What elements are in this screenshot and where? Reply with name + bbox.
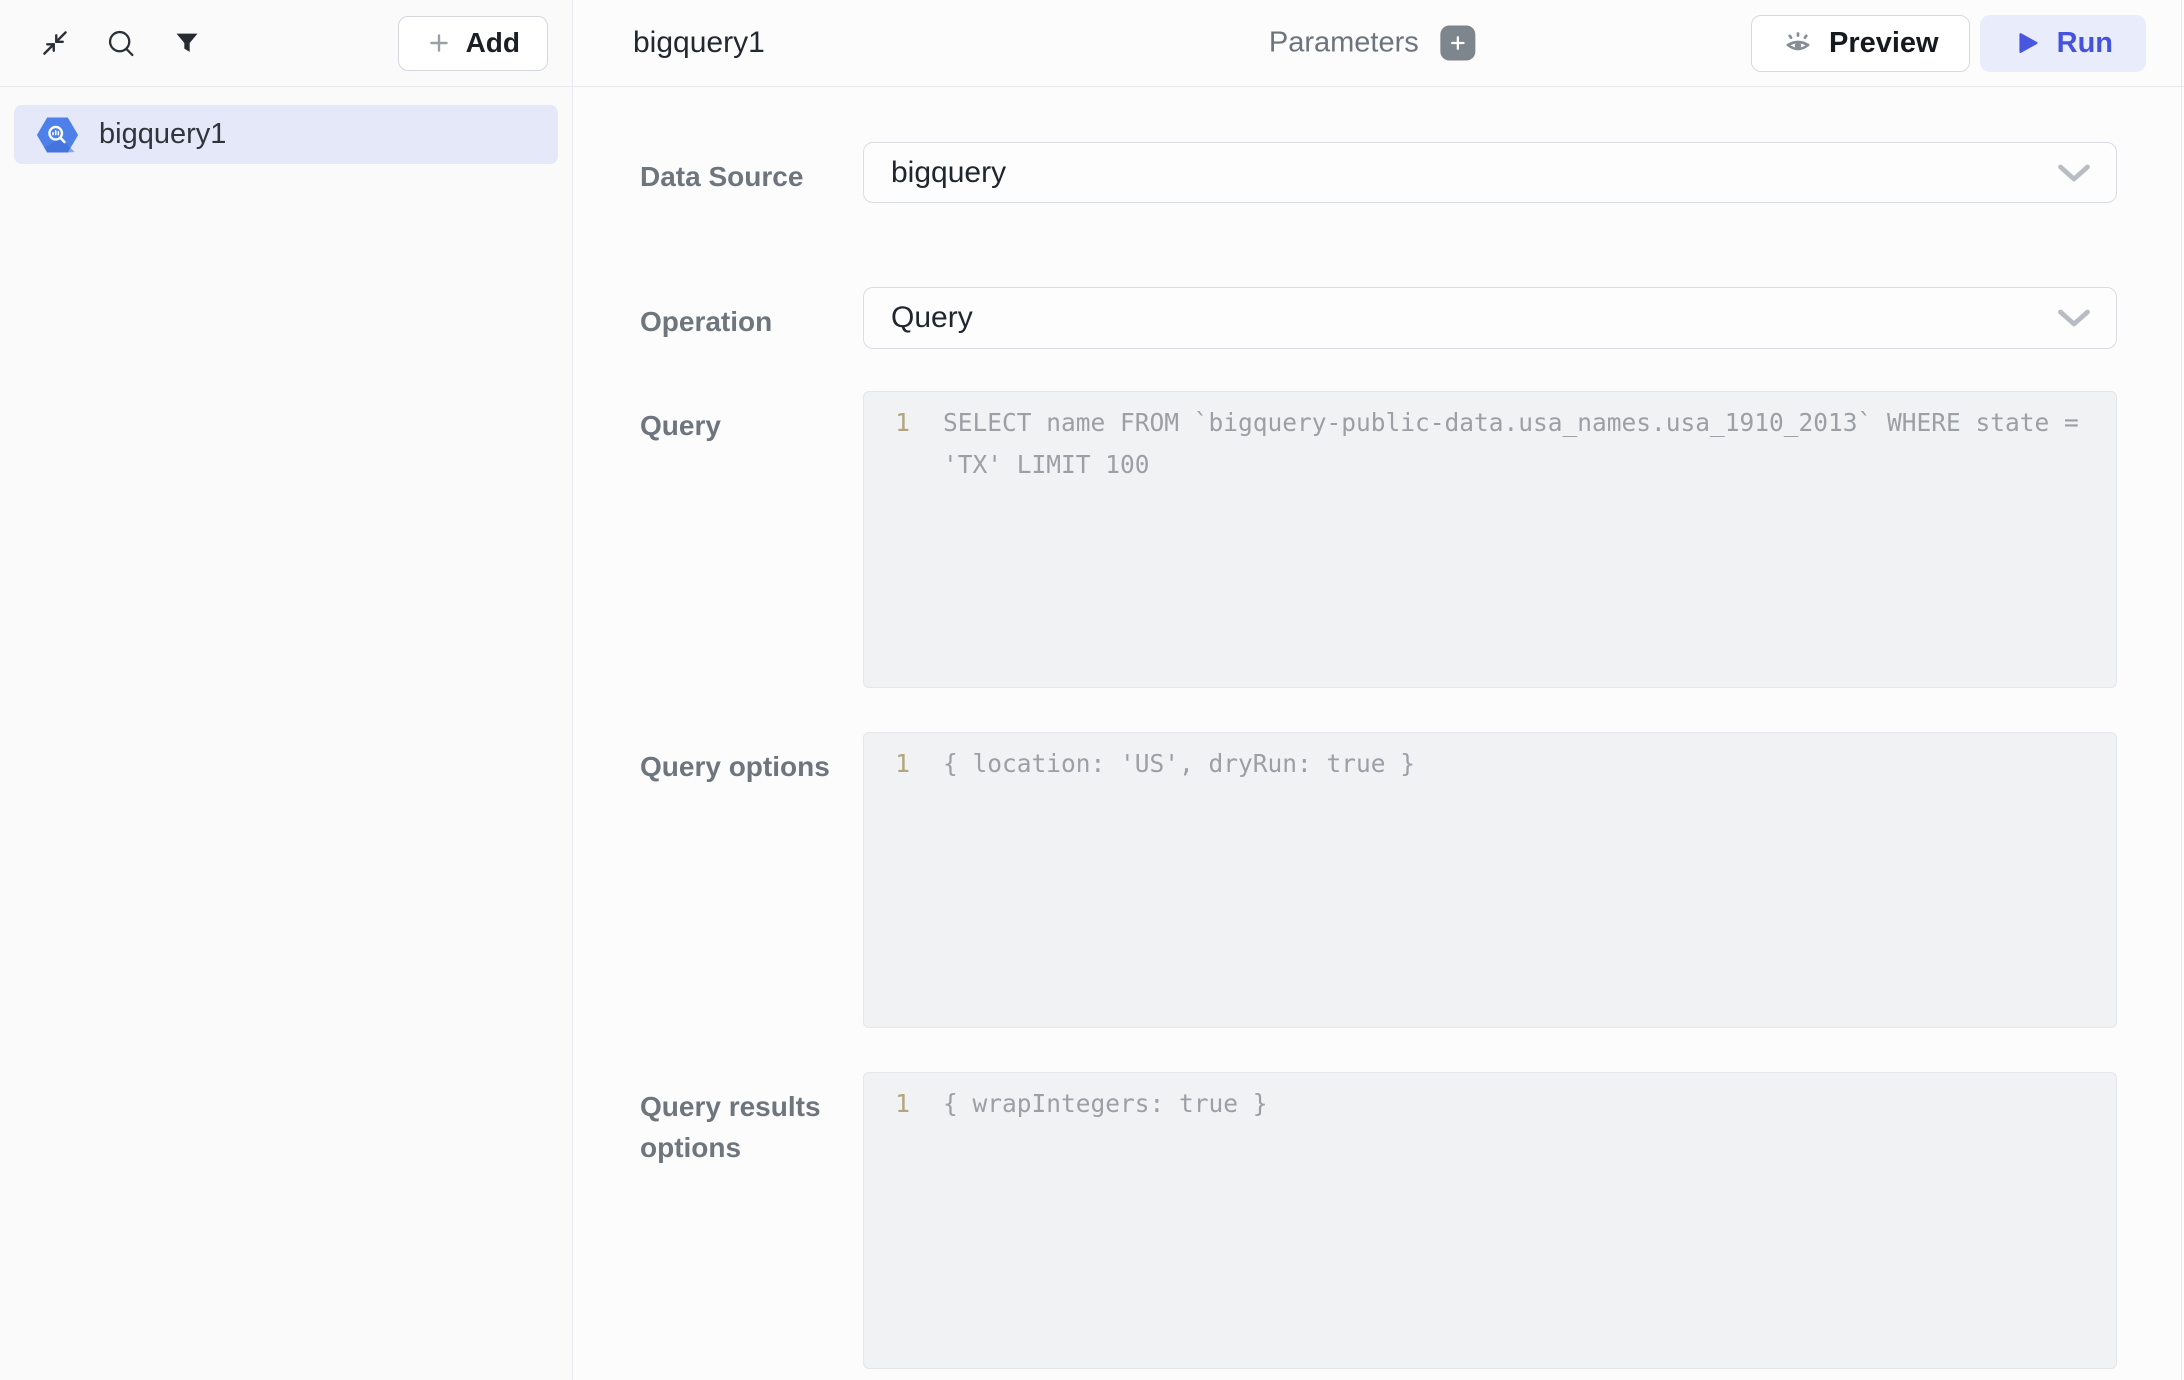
plus-icon (426, 30, 452, 56)
query-sidebar: Add bigquery1 (0, 0, 573, 1380)
plus-icon (1448, 33, 1469, 54)
header-actions: Preview Run (1751, 15, 2146, 72)
query-options-placeholder-text: { location: 'US', dryRun: true } (943, 743, 2116, 785)
add-button-label: Add (466, 27, 520, 59)
run-button[interactable]: Run (1980, 15, 2146, 72)
query-options-code-editor[interactable]: 1 { location: 'US', dryRun: true } (863, 732, 2117, 1028)
form-row-query-results-options: Query results options 1 { wrapIntegers: … (640, 1072, 2117, 1369)
preview-button[interactable]: Preview (1751, 15, 1970, 72)
query-results-options-code-editor[interactable]: 1 { wrapIntegers: true } (863, 1072, 2117, 1369)
play-icon (2013, 29, 2041, 57)
query-form: Data Source bigquery Operation (573, 87, 2184, 1380)
query-list-item-bigquery1[interactable]: bigquery1 (14, 105, 558, 164)
query-detail-panel: bigquery1 Parameters (573, 0, 2184, 1380)
line-number: 1 (864, 743, 910, 785)
query-label: Query (640, 391, 863, 446)
query-results-options-label: Query results options (640, 1072, 863, 1168)
form-row-query-options: Query options 1 { location: 'US', dryRun… (640, 732, 2117, 1028)
data-source-label: Data Source (640, 142, 863, 197)
query-placeholder-text: SELECT name FROM `bigquery-public-data.u… (943, 402, 2116, 486)
bigquery-icon (36, 116, 79, 154)
add-query-button[interactable]: Add (398, 16, 548, 71)
form-row-data-source: Data Source bigquery (640, 142, 2117, 203)
filter-icon (173, 29, 201, 57)
query-item-label: bigquery1 (99, 118, 226, 151)
add-parameter-button[interactable] (1441, 26, 1476, 61)
query-editor-app: Add bigquery1 bigquery1 (0, 0, 2184, 1380)
query-code-editor[interactable]: 1 SELECT name FROM `bigquery-public-data… (863, 391, 2117, 688)
chevron-down-icon (2056, 162, 2092, 184)
query-name-title: bigquery1 (633, 26, 765, 60)
preview-button-label: Preview (1829, 27, 1939, 60)
operation-select[interactable]: Query (863, 287, 2117, 349)
sidebar-header: Add (0, 0, 572, 87)
chevron-down-icon (2056, 307, 2092, 329)
line-number: 1 (864, 402, 910, 444)
form-row-query: Query 1 SELECT name FROM `bigquery-publi… (640, 391, 2117, 688)
operation-value: Query (891, 301, 973, 335)
query-list: bigquery1 (0, 87, 572, 182)
form-row-operation: Operation Query (640, 287, 2117, 349)
query-options-label: Query options (640, 732, 863, 787)
run-button-label: Run (2057, 27, 2113, 60)
collapse-icon (40, 28, 70, 58)
operation-label: Operation (640, 287, 863, 342)
search-icon (105, 27, 137, 59)
data-source-select[interactable]: bigquery (863, 142, 2117, 203)
data-source-value: bigquery (891, 156, 1006, 190)
parameters-group: Parameters (1269, 26, 1476, 61)
line-number: 1 (864, 1083, 910, 1125)
scrollbar-track[interactable] (2181, 0, 2183, 1380)
query-results-options-placeholder-text: { wrapIntegers: true } (943, 1083, 2116, 1125)
parameters-label: Parameters (1269, 27, 1419, 60)
filter-queries-button[interactable] (170, 26, 204, 60)
query-header: bigquery1 Parameters (573, 0, 2184, 87)
search-queries-button[interactable] (104, 26, 138, 60)
collapse-panel-button[interactable] (38, 26, 72, 60)
eye-icon (1782, 27, 1814, 59)
